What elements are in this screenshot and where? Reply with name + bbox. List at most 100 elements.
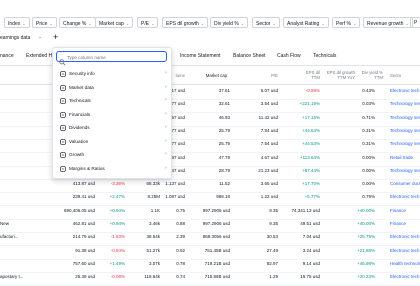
tab-finance[interactable]: nance: [0, 53, 14, 59]
cell-sector[interactable]: Technology serv: [390, 128, 420, 133]
cell-change: -0.84%: [110, 247, 125, 253]
cell-eps-growth: -0.98%: [305, 88, 320, 93]
col-header-eps-growth[interactable]: EPS dil growth TTM YoY: [313, 70, 355, 80]
cell-div-yield: 0.31%: [362, 127, 375, 133]
cell-div-yield: 0.00%: [362, 167, 375, 173]
menu-item[interactable]: Security info ›: [53, 67, 171, 80]
cell-change: -0.08%: [110, 274, 125, 280]
col-header-div-yield[interactable]: Div yield % TTM: [350, 70, 383, 80]
cell-pe: 997.2906 usd: [202, 207, 230, 213]
filter-chip-label: EPS dil growth: [166, 21, 199, 27]
filter-chip-label: Price: [36, 21, 48, 27]
cell-pe: 46.93: [218, 114, 230, 120]
cell-eps-growth: 9.14 usd: [302, 260, 320, 266]
filter-chip-label: Revenue growth: [367, 21, 404, 27]
cell-pe: 988.18: [216, 194, 230, 200]
filter-chip[interactable]: Analyst Rating ⌄: [283, 17, 329, 28]
filter-chip-label: Market cap: [99, 21, 124, 27]
cell-pe: 719.21B usd: [204, 260, 230, 266]
chevron-right-icon: ›: [165, 137, 167, 144]
filter-chip[interactable]: Div yield % ⌄: [210, 17, 249, 28]
cell-sector[interactable]: Finance: [390, 221, 420, 226]
cell-sector[interactable]: Electronic tech: [390, 248, 420, 253]
add-column-button[interactable]: +: [53, 32, 58, 42]
chevron-down-icon: ⌄: [49, 21, 53, 26]
cell-eps-growth: 49.51 usd: [300, 221, 320, 226]
col-header-pe[interactable]: P/E: [262, 73, 278, 78]
cell-eps-growth: +221.19%: [299, 101, 320, 107]
cell-div-yield: +25.75%: [357, 234, 375, 240]
col-header-market-cap[interactable]: Market cap: [195, 73, 227, 78]
tab-balance-sheet[interactable]: Balance Sheet: [233, 53, 266, 59]
cell-sector[interactable]: Electronic tech: [390, 234, 420, 239]
toolbar-row: earnings data ⌄ +: [0, 32, 420, 43]
cell-sector[interactable]: Technology serv: [390, 168, 420, 173]
chevron-down-icon: ⌄: [151, 21, 155, 26]
menu-item[interactable]: Dividends ›: [53, 121, 171, 134]
cell-price: 690,406.05 usd: [63, 207, 95, 213]
col-header-sector[interactable]: Secto: [390, 73, 410, 78]
tab-technicals[interactable]: Technicals: [313, 53, 336, 59]
cell-div-yield: 0.03%: [362, 101, 375, 107]
menu-item-label: Dividends: [69, 125, 90, 130]
menu-item[interactable]: Financials ›: [53, 108, 171, 121]
cell-change: +1.49%: [109, 260, 125, 266]
menu-item[interactable]: Growth ›: [53, 148, 171, 161]
cell-eps: 1.22 usd: [260, 194, 278, 200]
filter-chip[interactable]: Market cap ⌄: [95, 17, 134, 28]
menu-item[interactable]: Market data ›: [53, 81, 171, 94]
cell-market-cap: 0.88: [176, 221, 185, 226]
cell-change: +0.64%: [109, 207, 125, 213]
filter-chip[interactable]: P: [410, 17, 420, 28]
menu-item[interactable]: Margins & Ratios ›: [53, 162, 171, 175]
tab-income-statement[interactable]: Income Statement: [180, 53, 221, 59]
tab-extended-hours[interactable]: Extended H: [26, 53, 52, 59]
chevron-down-icon: ⌄: [405, 21, 409, 26]
cell-price: 239.41 usd: [72, 194, 95, 200]
cell-price: 91.38 usd: [75, 247, 95, 253]
filter-chip-label: Div yield %: [214, 21, 239, 27]
cell-sector[interactable]: Electronic tech: [390, 88, 420, 93]
cell-sector[interactable]: Electronic tech: [390, 274, 420, 279]
tab-cash-flow[interactable]: Cash Flow: [277, 53, 301, 59]
cell-div-yield: +40.00%: [357, 207, 375, 213]
cell-pe: 28.79: [218, 167, 230, 173]
chevron-down-icon: ⌄: [321, 21, 325, 26]
cell-eps: 27.49: [266, 247, 278, 253]
filter-chip[interactable]: Index ⌄: [4, 17, 30, 28]
table-row[interactable]: apostary t... 25.39 usd -0.08% 118.64k 0.74 7…: [0, 270, 420, 286]
cell-sector[interactable]: Consumer durab: [390, 181, 420, 186]
filter-chip[interactable]: Sector ⌄: [252, 17, 280, 28]
filter-chip-label: Analyst Rating: [287, 21, 320, 27]
cell-pe: 25.79: [218, 127, 230, 133]
technicals-icon: [60, 98, 66, 104]
menu-item[interactable]: Valuation ›: [53, 135, 171, 148]
cell-pe: 997.2906 usd: [202, 221, 230, 226]
cell-market-cap: 1.087 usd: [165, 194, 185, 200]
cell-sector[interactable]: Technology serv: [390, 115, 420, 120]
cell-sector[interactable]: Retail trade: [390, 155, 420, 160]
cell-sector[interactable]: Health technolo: [390, 261, 420, 266]
cell-sector[interactable]: Finance: [390, 208, 420, 213]
chevron-right-icon: ›: [165, 83, 167, 90]
cell-market-cap: 0.78: [176, 260, 185, 266]
filter-chip-label: Sector: [256, 21, 271, 27]
cell-price: 462.81 usd: [72, 221, 95, 226]
column-search-input[interactable]: [67, 53, 162, 61]
cell-sector[interactable]: Technology serv: [390, 101, 420, 106]
filter-chip[interactable]: Change % ⌄: [59, 17, 96, 28]
filter-chip[interactable]: EPS dil growth ⌄: [162, 17, 209, 28]
cell-sector[interactable]: Technology serv: [390, 141, 420, 146]
cell-volume: 3.46k: [148, 221, 160, 226]
filter-chip-label: Index: [8, 21, 21, 27]
menu-item[interactable]: Technicals ›: [53, 94, 171, 107]
filter-chip[interactable]: Perf % ⌄: [332, 17, 361, 28]
growth-icon: [60, 152, 66, 158]
column-search-field[interactable]: [56, 51, 167, 66]
menu-item-label: Market data: [69, 84, 94, 90]
cell-sector[interactable]: Electronic tech: [390, 194, 420, 199]
filter-chip[interactable]: Price ⌄: [32, 17, 57, 28]
filter-chip[interactable]: P/E ⌄: [137, 17, 159, 28]
filter-chip[interactable]: Revenue growth ⌄: [363, 17, 413, 28]
earnings-data-selector[interactable]: earnings data: [0, 35, 30, 41]
